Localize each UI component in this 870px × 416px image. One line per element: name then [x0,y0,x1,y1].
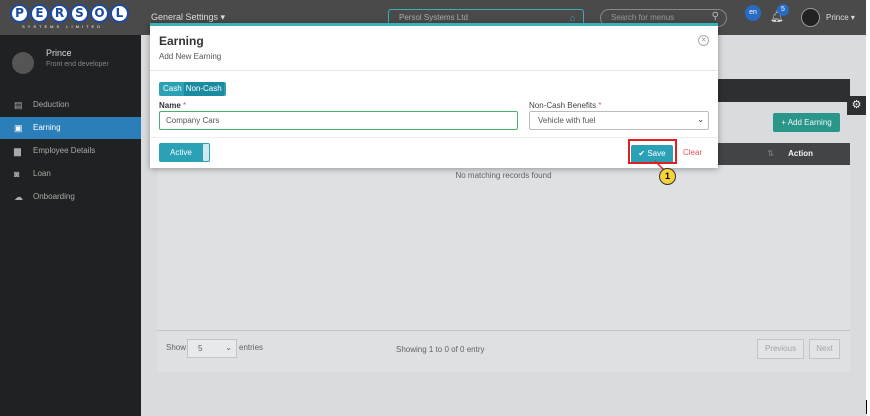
required-marker: * [183,101,187,110]
active-toggle[interactable]: Active [159,143,210,162]
cloud-icon: ☁ [14,192,23,202]
ncb-label-text: Non-Cash Benefits [529,101,597,110]
id-card-icon: ▆ [14,146,21,156]
save-button-highlight [628,139,677,164]
company-name: Persol Systems Ltd [399,13,468,22]
step-number-callout: 1 [659,168,676,185]
sidebar-item-employee-details[interactable]: ▆ Employee Details [0,140,141,162]
bank-icon: ⌂ [569,13,575,23]
sidebar-item-loan[interactable]: ◙ Loan [0,163,141,185]
deduction-icon: ▤ [14,100,23,110]
name-input[interactable] [159,111,518,130]
sidebar-item-label: Earning [33,123,61,132]
profile-role: Front end developer [46,61,109,68]
sidebar-item-label: Loan [33,169,51,178]
logo-letter: R [50,4,69,23]
clear-button[interactable]: Clear [683,148,702,157]
toggle-knob [203,144,209,161]
sidebar-profile: Prince Front end developer [0,35,141,83]
edge-marker [866,400,867,414]
logo-letter: O [90,4,109,23]
chevron-down-icon: ⌄ [697,115,704,124]
cash-option[interactable]: Cash [161,82,184,96]
profile-avatar [12,52,34,74]
earning-type-toggle: Cash Non-Cash [159,82,226,96]
language-selector[interactable]: en [745,5,761,21]
user-avatar[interactable] [801,8,820,27]
modal-footer-divider [150,137,718,138]
logo-letter: E [30,4,49,23]
close-icon[interactable]: ✕ [698,35,709,46]
notification-count-badge: 5 [777,4,789,16]
sidebar: Prince Front end developer ▤ Deduction ▣… [0,35,141,416]
persol-logo[interactable]: PERSOL SYSTEMS LIMITED [10,4,130,30]
non-cash-benefits-label: Non-Cash Benefits * [529,101,602,110]
sidebar-item-label: Deduction [33,100,70,109]
non-cash-benefits-select[interactable]: Vehicle with fuel ⌄ [529,111,709,130]
modal-divider [150,70,718,71]
logo-letter: L [110,4,129,23]
active-label: Active [170,148,192,157]
search-placeholder: Search for menus [611,13,675,22]
general-settings-menu[interactable]: General Settings ▾ [151,12,225,23]
non-cash-option[interactable]: Non-Cash [183,82,224,96]
sidebar-item-earning[interactable]: ▣ Earning [0,117,141,139]
sidebar-item-deduction[interactable]: ▤ Deduction [0,94,141,116]
user-menu[interactable]: Prince ▾ [826,13,855,22]
earning-modal: Earning Add New Earning ✕ Cash Non-Cash … [150,23,718,168]
name-label-text: Name [159,101,181,110]
ncb-selected-value: Vehicle with fuel [538,116,596,125]
sidebar-item-label: Onboarding [33,192,75,201]
sidebar-item-label: Employee Details [33,146,96,155]
money-icon: ◙ [14,169,20,179]
required-marker: * [598,101,602,110]
logo-subtitle: SYSTEMS LIMITED [22,24,104,29]
modal-subtitle: Add New Earning [159,52,222,61]
logo-letter: S [70,4,89,23]
sidebar-item-onboarding[interactable]: ☁ Onboarding [0,186,141,208]
modal-title: Earning [159,34,204,48]
search-icon: ⚲ [711,11,719,22]
right-edge [866,0,870,416]
earning-icon: ▣ [14,123,23,133]
name-label: Name * [159,101,186,110]
logo-letter: P [10,4,29,23]
profile-name: Prince [46,48,72,58]
